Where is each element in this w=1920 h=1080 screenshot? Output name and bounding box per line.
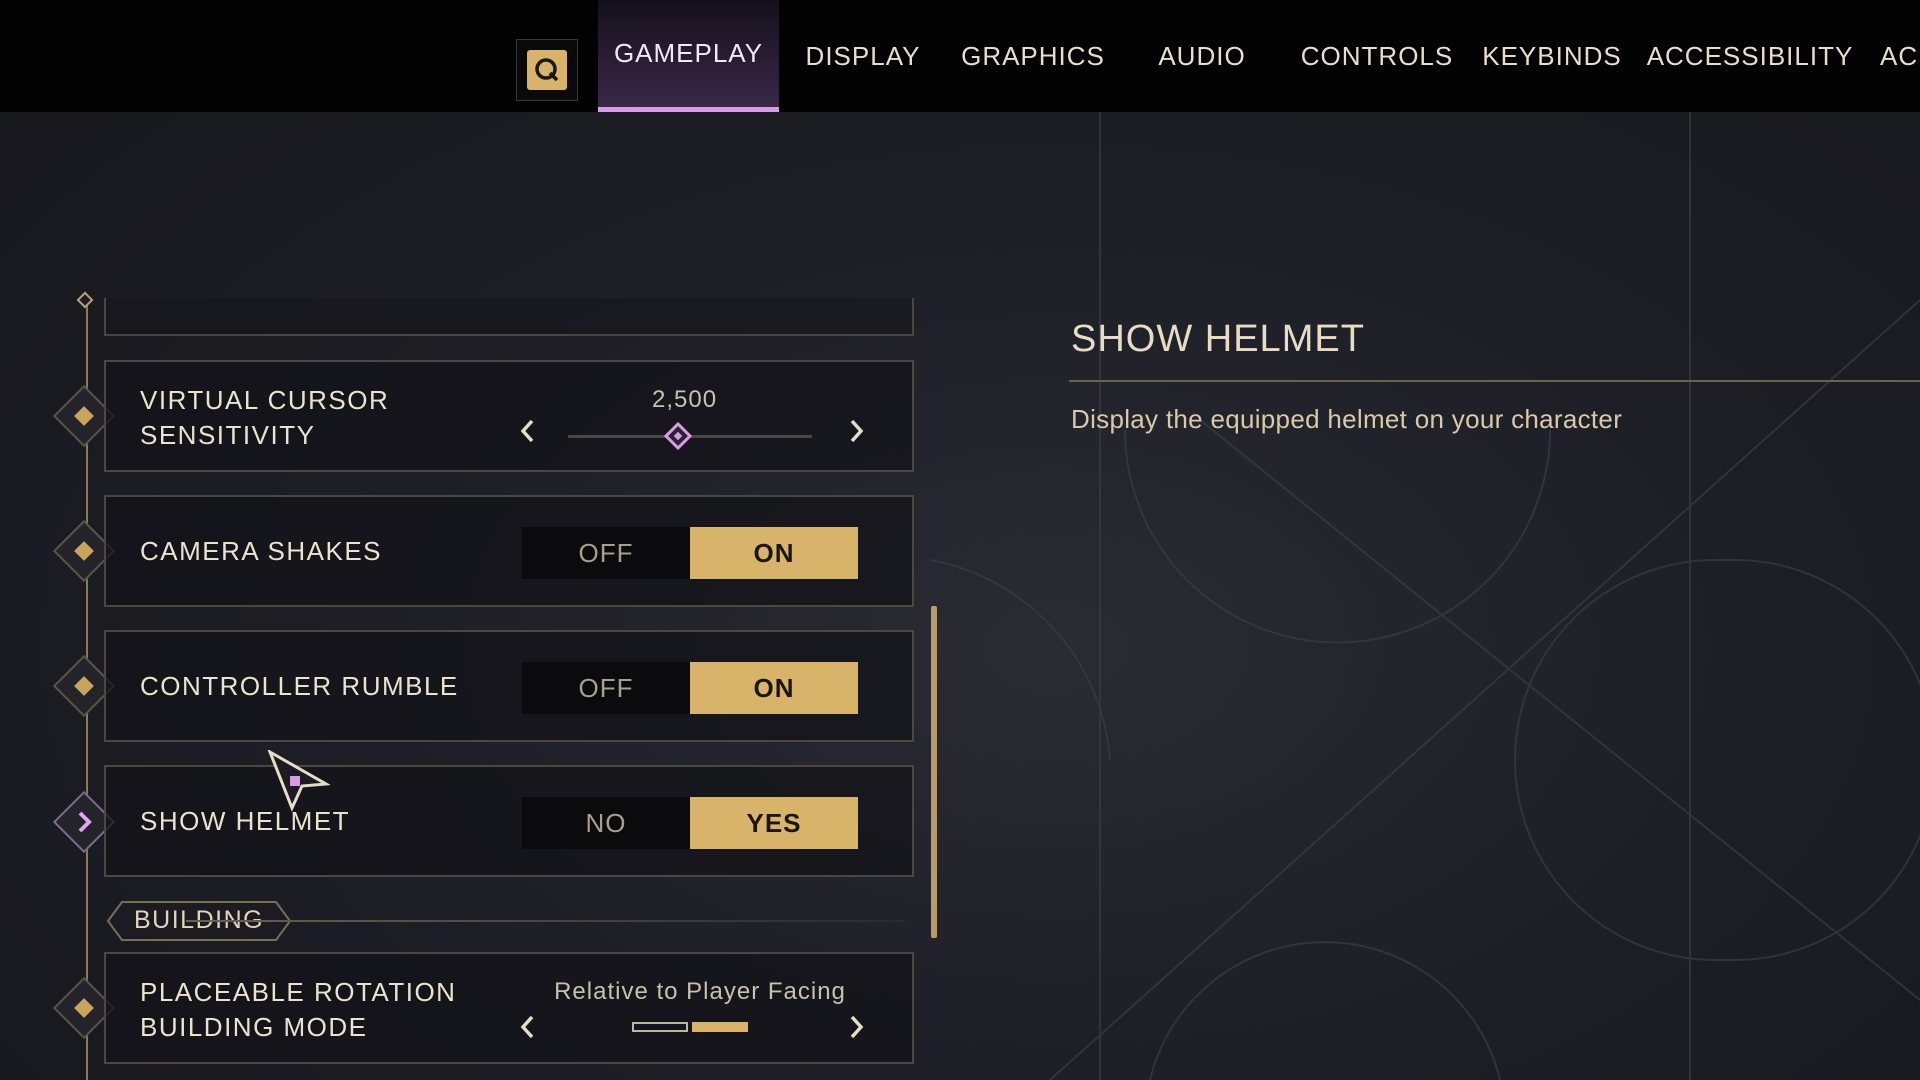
tab-gameplay[interactable]: GAMEPLAY: [598, 0, 779, 112]
tab-controls[interactable]: CONTROLS: [1298, 0, 1456, 112]
tab-display[interactable]: DISPLAY: [795, 0, 931, 112]
setting-label: CONTROLLER RUMBLE: [140, 671, 459, 701]
description-title: SHOW HELMET: [1071, 318, 1365, 360]
chevron-right-icon[interactable]: [844, 1012, 868, 1042]
tab-partial[interactable]: AC: [1880, 0, 1920, 112]
tab-graphics[interactable]: GRAPHICS: [957, 0, 1109, 112]
chevron-right-icon[interactable]: [844, 416, 868, 446]
description-divider: [1069, 380, 1920, 382]
toggle-show-helmet[interactable]: NO YES: [522, 797, 858, 849]
q-key-glyph: [535, 58, 559, 82]
top-nav-bar: GAMEPLAY DISPLAY GRAPHICS AUDIO CONTROLS…: [0, 0, 1920, 112]
option-indicator-1: [632, 1022, 688, 1032]
toggle-camera-shakes[interactable]: OFF ON: [522, 527, 858, 579]
slider-value: 2,500: [652, 386, 718, 413]
list-scrollbar[interactable]: [931, 606, 937, 938]
setting-controller-rumble[interactable]: CONTROLLER RUMBLE OFF ON: [104, 630, 914, 742]
setting-virtual-cursor-sensitivity[interactable]: VIRTUAL CURSOR SENSITIVITY 2,500: [104, 360, 914, 472]
option-on[interactable]: ON: [690, 527, 858, 579]
tab-audio[interactable]: AUDIO: [1150, 0, 1254, 112]
chevron-left-icon[interactable]: [516, 1012, 540, 1042]
setting-label: CAMERA SHAKES: [140, 536, 383, 566]
selected-option-value: Relative to Player Facing: [554, 978, 846, 1005]
rail-top-diamond: [76, 291, 94, 309]
setting-label: VIRTUAL CURSOR: [140, 385, 390, 415]
slider-handle[interactable]: [663, 421, 692, 451]
setting-camera-shakes[interactable]: CAMERA SHAKES OFF ON: [104, 495, 914, 607]
chevron-left-icon[interactable]: [516, 416, 540, 446]
section-divider: [186, 920, 906, 922]
setting-label-line2: SENSITIVITY: [140, 420, 316, 450]
option-on[interactable]: ON: [690, 662, 858, 714]
search-key-icon: [527, 50, 567, 90]
description-text: Display the equipped helmet on your char…: [1071, 404, 1623, 434]
previous-setting-row-partial[interactable]: [104, 298, 914, 336]
setting-placeable-rotation[interactable]: PLACEABLE ROTATION BUILDING MODE Relativ…: [104, 952, 914, 1064]
option-off[interactable]: OFF: [522, 527, 690, 579]
mouse-cursor-icon: [267, 750, 330, 812]
tab-keybinds[interactable]: KEYBINDS: [1480, 0, 1624, 112]
tab-accessibility[interactable]: ACCESSIBILITY: [1647, 0, 1853, 112]
search-button[interactable]: [516, 39, 578, 101]
option-off[interactable]: OFF: [522, 662, 690, 714]
setting-label-line2: BUILDING MODE: [140, 1012, 368, 1042]
setting-show-helmet[interactable]: SHOW HELMET NO YES: [104, 765, 914, 877]
option-no[interactable]: NO: [522, 797, 690, 849]
option-yes[interactable]: YES: [690, 797, 858, 849]
chevron-right-icon: [78, 811, 92, 833]
setting-label: PLACEABLE ROTATION: [140, 977, 457, 1007]
option-indicator-2: [692, 1022, 748, 1032]
toggle-controller-rumble[interactable]: OFF ON: [522, 662, 858, 714]
